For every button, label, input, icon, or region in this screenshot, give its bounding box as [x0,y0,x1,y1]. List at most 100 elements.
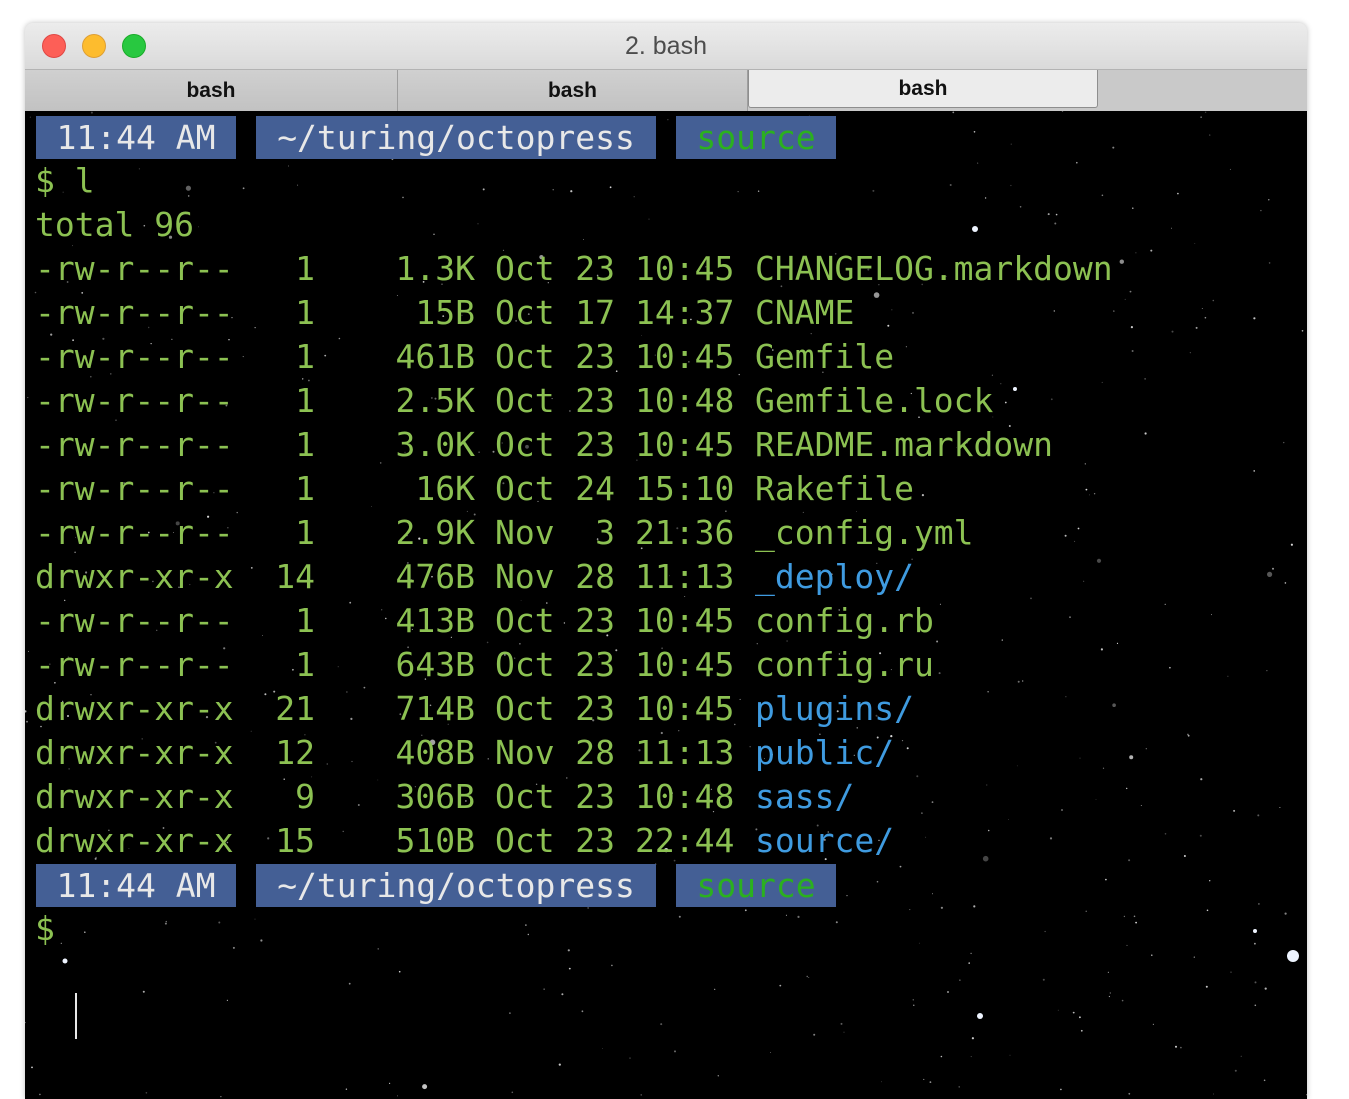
star [218,921,221,924]
star [770,1052,771,1053]
star [397,1095,398,1097]
listing-links: 1 [295,513,315,552]
star [909,909,911,911]
star [1055,213,1058,216]
star [899,865,902,868]
prompt-branch: source [676,116,836,159]
star [1279,807,1281,808]
listing-size: 1.3K [395,249,475,288]
star [881,1081,882,1083]
listing-perms: -rw-r--r-- [35,337,234,376]
tab-bash-2[interactable]: bash [398,70,748,111]
star [25,1022,26,1024]
listing-time: 22:44 [635,821,735,860]
listing-month: Oct [495,249,555,288]
star [1201,308,1203,309]
star [1290,543,1293,546]
listing-name: config.ru [755,645,934,684]
star [525,924,527,926]
star [138,168,140,170]
star [288,165,289,167]
terminal-window: 2. bash bash bash bash 11:44 AM ~/turing… [25,23,1307,1099]
star [1283,441,1285,444]
listing-day: 28 [575,557,615,596]
listing-name: source/ [755,821,895,860]
star [1229,168,1231,170]
star [242,187,245,190]
star [422,1084,428,1090]
listing-links: 1 [295,601,315,640]
star [1076,161,1078,164]
star [609,186,612,189]
listing-size: 306B [395,777,475,816]
listing-time: 10:48 [635,381,735,420]
window-title: 2. bash [624,32,707,60]
listing-time: 14:37 [635,293,735,332]
star [543,988,545,990]
star [185,185,191,191]
listing-size: 461B [395,337,475,376]
listing-month: Oct [495,337,555,376]
listing-time: 10:45 [635,337,735,376]
star [846,895,848,897]
star [60,942,62,944]
star [1133,915,1136,918]
star [714,988,716,990]
listing-size: 408B [395,733,475,772]
star [90,111,93,114]
terminal-content[interactable]: 11:44 AM ~/turing/octopress source $ l t… [25,111,1307,1099]
star [678,915,681,918]
listing-day: 24 [575,469,615,508]
star [1230,971,1232,973]
star [1212,299,1215,302]
listing-time: 10:45 [635,645,735,684]
star [1054,222,1057,225]
listing-row: drwxr-xr-x 14 476B Nov 28 11:13 _deploy/ [35,555,1185,599]
bright-star [977,1013,983,1019]
star [1268,199,1270,201]
star [142,990,145,993]
star [1284,912,1287,915]
star [1101,194,1104,197]
bright-star [1287,950,1299,962]
star [1284,582,1287,584]
star [779,984,782,987]
listing-day: 23 [575,821,615,860]
star [477,223,479,225]
star [744,909,747,912]
star [1268,262,1271,264]
star [674,1050,676,1053]
title-bar[interactable]: 2. bash [25,23,1307,69]
text-cursor [75,993,77,1039]
star [872,189,875,192]
tab-bash-1[interactable]: bash [25,70,398,111]
listing-month: Oct [495,645,555,684]
prompt-path: ~/turing/octopress [256,116,656,159]
listing-time: 10:45 [635,249,735,288]
listing-time: 21:36 [635,513,735,552]
listing-name: CHANGELOG.markdown [755,249,1113,288]
listing-size: 3.0K [395,425,475,464]
listing-row: -rw-r--r-- 1 3.0K Oct 23 10:45 README.markdown [35,423,1185,467]
star [28,650,29,652]
star [949,184,952,186]
prompt-branch-2: source [676,864,836,907]
listing-name: _config.yml [755,513,974,552]
star [220,1096,222,1098]
tab-bash-3[interactable]: bash [748,70,1098,108]
star [1009,1054,1011,1056]
listing-size: 16K [415,469,475,508]
star [1258,903,1260,905]
listing-month: Oct [495,601,555,640]
star [806,975,808,978]
star [757,190,760,192]
star [947,991,949,993]
star [1177,192,1179,195]
listing-perms: drwxr-xr-x [35,821,234,860]
star [433,233,435,235]
star [1213,1093,1214,1095]
input-prompt: $ [35,909,55,948]
star [1200,116,1202,118]
listing-name: sass/ [755,777,855,816]
star [587,907,589,909]
